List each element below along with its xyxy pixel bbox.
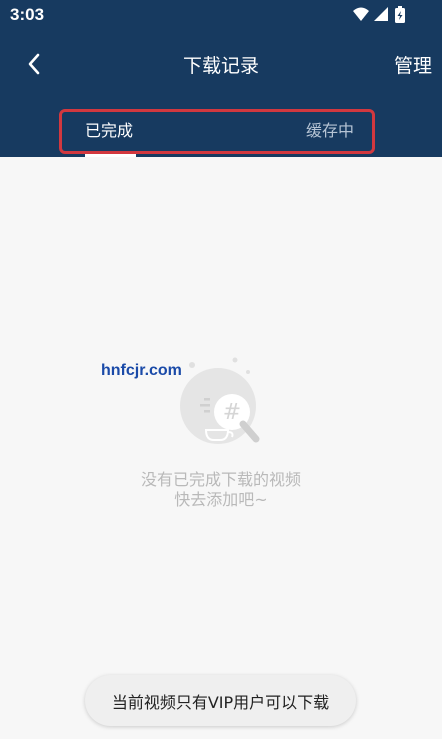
status-time: 3:03 bbox=[10, 5, 45, 24]
svg-text:#: # bbox=[223, 400, 241, 425]
empty-state-hint: 快去添加吧~ bbox=[174, 490, 268, 509]
tab-completed[interactable]: 已完成 bbox=[85, 117, 133, 141]
watermark-text: hnfcjr.com bbox=[101, 362, 182, 379]
manage-button[interactable]: 管理 bbox=[394, 51, 432, 78]
tab-selected-indicator bbox=[85, 154, 136, 157]
status-bar: 3:03 bbox=[0, 0, 442, 30]
signal-icon bbox=[374, 7, 388, 21]
empty-hashtag-cup-icon: # bbox=[170, 352, 272, 452]
tab-caching[interactable]: 缓存中 bbox=[306, 117, 354, 141]
battery-charging-icon bbox=[395, 6, 405, 23]
page-title: 下载记录 bbox=[182, 55, 259, 77]
toast-message: 当前视频只有VIP用户可以下载 bbox=[85, 675, 356, 726]
wifi-icon bbox=[353, 7, 369, 21]
status-icons bbox=[352, 5, 410, 25]
app-bar: 下载记录 管理 bbox=[0, 40, 442, 90]
